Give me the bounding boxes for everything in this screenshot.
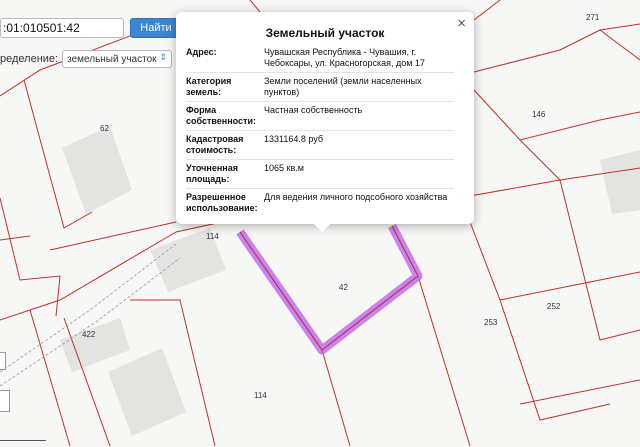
parcel-label: 252 (547, 302, 561, 311)
search-bar: Найти (0, 18, 182, 38)
detail-key: Адрес: (186, 47, 217, 57)
parcel-label: 253 (484, 318, 498, 327)
parcel-label: 271 (586, 13, 600, 22)
parcel-label: 42 (339, 283, 348, 292)
parcel-label: 114 (254, 391, 267, 400)
layers-icon[interactable] (0, 390, 10, 412)
parcel-label: 422 (82, 330, 96, 339)
cadastral-number-input[interactable] (0, 18, 124, 38)
detail-value: 1065 кв.м (264, 163, 304, 173)
detail-row-permitted-use: Разрешенное использование: Для ведения л… (186, 189, 454, 214)
detail-key: Форма собственности: (186, 105, 256, 126)
detail-row-category: Категория земель: Земли поселений (земли… (186, 73, 454, 102)
parcel-label: 114 (206, 232, 219, 241)
detail-key: Категория земель: (186, 76, 232, 97)
detail-row-address: Адрес: Чувашская Республика - Чувашия, г… (186, 44, 454, 73)
popup-details: Адрес: Чувашская Республика - Чувашия, г… (186, 44, 454, 214)
popup-title: Земельный участок (265, 26, 385, 40)
object-type-select[interactable]: земельный участок ⇕ (62, 50, 173, 68)
parcel-label: 146 (532, 110, 546, 119)
filter-row: ределение: земельный участок ⇕ (0, 50, 173, 68)
detail-key: Уточненная площадь: (186, 163, 238, 184)
find-button[interactable]: Найти (130, 18, 182, 38)
detail-row-cadastral-value: Кадастровая стоимость: 1331164.8 руб (186, 131, 454, 160)
detail-value: Чувашская Республика - Чувашия, г. Чебок… (264, 47, 425, 68)
parcel-label: 62 (100, 124, 109, 133)
detail-value: Земли поселений (земли населенных пункто… (264, 76, 422, 97)
detail-row-area: Уточненная площадь: 1065 кв.м (186, 160, 454, 189)
close-icon[interactable]: × (457, 16, 466, 31)
popup-pointer (312, 222, 332, 232)
object-type-value: земельный участок (67, 53, 157, 65)
detail-value: 1331164.8 руб (264, 134, 324, 144)
detail-row-ownership: Форма собственности: Частная собственнос… (186, 102, 454, 131)
zoom-control[interactable] (0, 352, 6, 370)
detail-value: Для ведения личного подсобного хозяйства (264, 192, 448, 202)
chevron-updown-icon: ⇕ (159, 52, 168, 62)
detail-key: Разрешенное использование: (186, 192, 258, 213)
filter-label: ределение: (0, 53, 59, 65)
parcel-info-popup: Земельный участок × Адрес: Чувашская Рес… (176, 12, 474, 224)
detail-value: Частная собственность (264, 105, 363, 115)
detail-key: Кадастровая стоимость: (186, 134, 244, 155)
